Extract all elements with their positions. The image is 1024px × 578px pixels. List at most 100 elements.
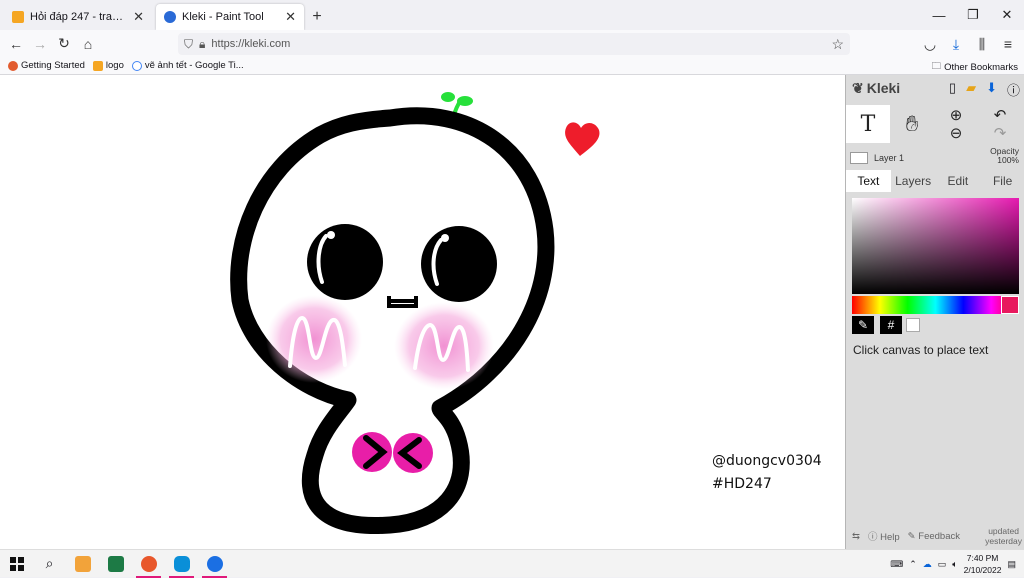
clock-date: 2/10/2022 xyxy=(963,565,1002,575)
tab-bar: Hỏi đáp 247 - trang tra lời ✕ Kleki - Pa… xyxy=(0,0,1024,30)
bookmarks-bar: Getting Started logo vẽ ảnh tết - Google… xyxy=(0,57,1024,75)
zoom-controls: ⊕ ⊖ xyxy=(934,105,978,143)
tab-edit[interactable]: Edit xyxy=(936,170,981,192)
save-download-icon[interactable]: ⬇ xyxy=(986,80,997,99)
hashtag-text: #HD247 xyxy=(712,476,772,492)
new-tab-button[interactable]: + xyxy=(304,4,330,30)
windows-taskbar: ⌕ ⌨ ⌃ ☁ ▭ 🔈︎ 7:40 PM 2/10/2022 ▤ xyxy=(0,549,1024,578)
drawing-canvas[interactable]: @duongcv0304 #HD247 xyxy=(0,75,845,549)
help-icon[interactable]: ⓘ xyxy=(1007,80,1020,99)
folder-icon: 🗀 xyxy=(931,61,942,72)
library-icon[interactable]: ⫼ xyxy=(970,32,994,56)
sprout-leaf xyxy=(441,92,455,102)
hex-input-button[interactable]: # xyxy=(880,316,902,334)
windows-logo-icon xyxy=(9,556,24,571)
taskbar-app-skype[interactable] xyxy=(165,550,198,578)
eyedropper-icon[interactable]: ✎ xyxy=(852,316,874,334)
history-controls: ↶ ↷ xyxy=(978,105,1022,143)
bookmark-google[interactable]: vẽ ảnh tết - Google Ti... xyxy=(131,60,244,71)
update-status[interactable]: updated yesterday xyxy=(985,526,1022,546)
pocket-icon[interactable]: ◡ xyxy=(918,32,942,56)
close-window-icon[interactable]: ✕ xyxy=(990,0,1024,30)
lock-icon[interactable]: 🔒︎ xyxy=(199,37,205,52)
search-icon: ⌕ xyxy=(45,555,54,571)
kleki-brand: Kleki xyxy=(866,80,901,96)
clock[interactable]: 7:40 PM 2/10/2022 xyxy=(964,552,1002,576)
close-tab-icon[interactable]: ✕ xyxy=(285,9,296,25)
help-label: Help xyxy=(880,532,900,543)
redo-icon[interactable]: ↷ xyxy=(994,124,1007,142)
skype-icon xyxy=(173,555,190,572)
taskbar-app-zalo[interactable] xyxy=(198,550,231,578)
restore-icon[interactable]: ❐ xyxy=(956,0,990,30)
bookmark-label: vẽ ảnh tết - Google Ti... xyxy=(144,60,244,71)
network-icon[interactable]: ▭ xyxy=(938,559,947,570)
bookmark-label: logo xyxy=(105,60,124,71)
toolbar: T ✋︎ ⊕ ⊖ ↶ ↷ xyxy=(846,105,1024,145)
sidebar-tabs: Text Layers Edit File xyxy=(846,170,1024,192)
taskbar-app-firefox[interactable] xyxy=(132,550,165,578)
bookmark-getting-started[interactable]: Getting Started xyxy=(8,60,85,71)
open-folder-icon[interactable]: ▰ xyxy=(966,80,976,99)
updated-when: yesterday xyxy=(985,536,1022,546)
bookmark-logo[interactable]: logo xyxy=(92,60,124,71)
download-icon[interactable]: ⤓ xyxy=(944,32,968,56)
help-link[interactable]: ⓘ Help xyxy=(868,529,900,543)
url-text[interactable]: https://kleki.com xyxy=(211,38,290,50)
keyboard-icon[interactable]: ⌨ xyxy=(890,559,903,570)
color-picker[interactable] xyxy=(852,198,1019,294)
bookmark-star-icon[interactable]: ☆ xyxy=(831,36,844,53)
swap-side-icon[interactable]: ⇆ xyxy=(852,531,860,542)
kleki-logo[interactable]: ❦ Kleki xyxy=(852,80,900,97)
menu-icon[interactable]: ≡ xyxy=(996,32,1020,56)
url-bar[interactable]: ⛉ 🔒︎ https://kleki.com ☆ xyxy=(178,33,850,55)
tab-hoidap[interactable]: Hỏi đáp 247 - trang tra lời ✕ xyxy=(4,4,152,30)
other-bookmarks[interactable]: 🗀 Other Bookmarks xyxy=(932,59,1018,75)
right-eye-highlight xyxy=(441,234,449,242)
firefox-icon xyxy=(8,60,18,71)
notifications-icon[interactable]: ▤ xyxy=(1007,559,1016,570)
new-image-icon[interactable]: ▯ xyxy=(949,80,956,99)
home-icon[interactable]: ⌂ xyxy=(76,32,100,56)
secondary-color-swatch[interactable] xyxy=(906,318,920,332)
outlook-icon xyxy=(74,555,91,572)
shield-icon[interactable]: ⛉ xyxy=(184,37,193,52)
tab-text[interactable]: Text xyxy=(846,170,891,192)
window-controls: — ❐ ✕ xyxy=(922,0,1024,30)
taskbar-app-excel[interactable] xyxy=(99,550,132,578)
hue-slider-handle[interactable] xyxy=(1001,296,1019,314)
bookmark-label: Getting Started xyxy=(21,60,85,71)
tab-layers[interactable]: Layers xyxy=(891,170,936,192)
minimize-icon[interactable]: — xyxy=(922,0,956,30)
layer-row[interactable]: Layer 1 Opacity 100% xyxy=(846,147,1024,169)
layer-thumbnail xyxy=(850,152,868,164)
start-button[interactable] xyxy=(0,550,33,578)
close-tab-icon[interactable]: ✕ xyxy=(133,9,144,25)
tab-file[interactable]: File xyxy=(980,170,1024,192)
zoom-out-icon[interactable]: ⊖ xyxy=(950,124,963,142)
feedback-link[interactable]: ✎ Feedback xyxy=(908,531,960,542)
signature-text: @duongcv0304 xyxy=(712,453,822,469)
google-icon xyxy=(131,60,142,71)
onedrive-icon[interactable]: ☁ xyxy=(923,559,932,570)
sidebar-footer: ⇆ ⓘ Help ✎ Feedback updated yesterday xyxy=(846,523,1024,549)
forward-icon[interactable]: → xyxy=(28,32,52,56)
hue-slider[interactable] xyxy=(852,296,1019,314)
clock-time: 7:40 PM xyxy=(966,553,999,563)
text-tool-icon[interactable]: T xyxy=(846,105,890,143)
tab-label: Hỏi đáp 247 - trang tra lời xyxy=(30,11,127,23)
search-button[interactable]: ⌕ xyxy=(33,550,66,578)
reload-icon[interactable]: ↻ xyxy=(52,32,76,56)
zoom-in-icon[interactable]: ⊕ xyxy=(950,106,963,124)
text-tool-hint: Click canvas to place text xyxy=(853,343,989,357)
firefox-icon xyxy=(140,555,157,572)
other-bookmarks-label: Other Bookmarks xyxy=(944,61,1018,73)
undo-icon[interactable]: ↶ xyxy=(994,106,1007,124)
taskbar-app-outlook[interactable] xyxy=(66,550,99,578)
show-hidden-icons[interactable]: ⌃ xyxy=(909,559,917,570)
question-icon: ⓘ xyxy=(867,532,878,543)
hand-tool-icon[interactable]: ✋︎ xyxy=(890,105,934,143)
volume-icon[interactable]: 🔈︎ xyxy=(952,559,957,570)
tab-kleki[interactable]: Kleki - Paint Tool ✕ xyxy=(156,4,304,30)
back-icon[interactable]: ← xyxy=(4,32,28,56)
